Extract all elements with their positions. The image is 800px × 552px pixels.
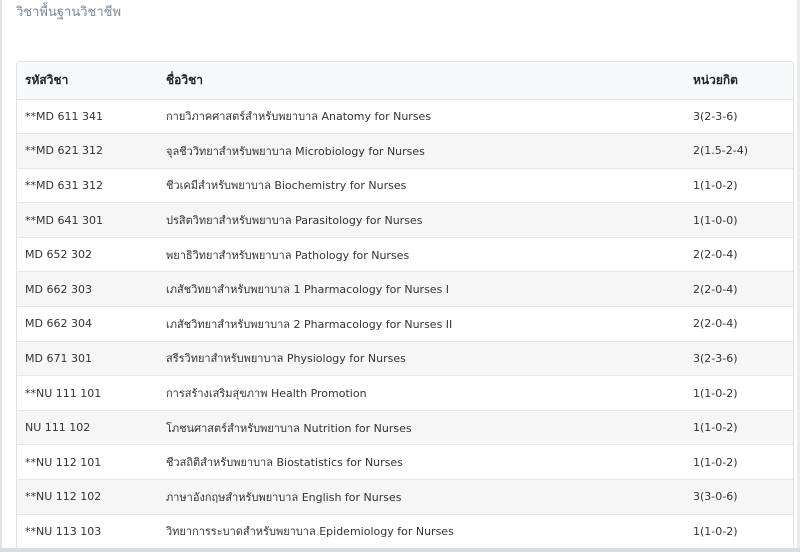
course-code-cell: **MD 611 341 xyxy=(17,99,156,135)
course-name-cell: ปรสิตวิทยาสำหรับพยาบาล Parasitology for … xyxy=(156,202,685,238)
table-row: **NU 112 102 ภาษาอังกฤษสำหรับพยาบาล Engli… xyxy=(17,479,793,515)
header-course-code: รหัสวิชา xyxy=(17,62,156,100)
course-code-cell: **MD 631 312 xyxy=(17,168,156,204)
course-code-cell: **MD 641 301 xyxy=(17,202,156,238)
course-name-cell: เภสัชวิทยาสำหรับพยาบาล 2 Pharmacology fo… xyxy=(156,306,685,342)
table-header-row: รหัสวิชา ชื่อวิชา หน่วยกิต xyxy=(17,62,793,100)
course-code-cell: **NU 111 101 xyxy=(17,375,156,411)
course-credits-cell: 2(2-0-4) xyxy=(685,271,793,308)
course-code-cell: NU 111 102 xyxy=(17,410,156,446)
course-code-cell: MD 652 302 xyxy=(17,237,156,273)
course-table: รหัสวิชา ชื่อวิชา หน่วยกิต **MD 611 341 ก… xyxy=(17,62,793,550)
course-credits-cell: 1(1-0-2) xyxy=(685,375,793,411)
header-course-name: ชื่อวิชา xyxy=(156,62,685,100)
course-table-card: รหัสวิชา ชื่อวิชา หน่วยกิต **MD 611 341 ก… xyxy=(16,61,794,552)
table-row: **MD 631 312 ชีวเคมีสำหรับพยาบาล Biochemi… xyxy=(17,168,793,204)
table-row: NU 111 102 โภชนศาสตร์สำหรับพยาบาล Nutriti… xyxy=(17,410,793,446)
course-name-cell: เภสัชวิทยาสำหรับพยาบาล 1 Pharmacology fo… xyxy=(156,271,685,308)
table-row: **NU 112 101 ชีวสถิติสำหรับพยาบาล Biostat… xyxy=(17,444,793,481)
course-credits-cell: 1(1-0-2) xyxy=(685,168,793,204)
table-row: **NU 113 103 วิทยาการระบาดสำหรับพยาบาล Ep… xyxy=(17,514,793,550)
table-row: **MD 621 312 จุลชีววิทยาสำหรับพยาบาล Micr… xyxy=(17,133,793,169)
table-row: **MD 641 301 ปรสิตวิทยาสำหรับพยาบาล Paras… xyxy=(17,202,793,238)
section-title: วิชาพื้นฐานวิชาชีพ xyxy=(16,5,122,20)
course-credits-cell: 2(1.5-2-4) xyxy=(685,133,793,169)
course-code-cell: MD 662 304 xyxy=(17,306,156,342)
table-body: **MD 611 341 กายวิภาคศาสตร์สำหรับพยาบาล A… xyxy=(17,99,793,550)
table-row: **NU 111 101 การสร้างเสริมสุขภาพ Health P… xyxy=(17,375,793,411)
course-credits-cell: 1(1-0-0) xyxy=(685,202,793,238)
table-row: MD 662 303 เภสัชวิทยาสำหรับพยาบาล 1 Pharm… xyxy=(17,271,793,308)
course-credits-cell: 2(2-0-4) xyxy=(685,237,793,273)
course-name-cell: โภชนศาสตร์สำหรับพยาบาล Nutrition for Nur… xyxy=(156,410,685,446)
table-row: **MD 611 341 กายวิภาคศาสตร์สำหรับพยาบาล A… xyxy=(17,99,793,135)
table-row: MD 671 301 สรีรวิทยาสำหรับพยาบาล Physiolo… xyxy=(17,341,793,377)
course-name-cell: จุลชีววิทยาสำหรับพยาบาล Microbiology for… xyxy=(156,133,685,169)
page: วิชาพื้นฐานวิชาชีพ รหัสวิชา ชื่อวิชา หน่… xyxy=(0,0,800,552)
course-code-cell: MD 671 301 xyxy=(17,341,156,377)
course-name-cell: สรีรวิทยาสำหรับพยาบาล Physiology for Nur… xyxy=(156,341,685,377)
course-credits-cell: 3(2-3-6) xyxy=(685,99,793,135)
course-code-cell: MD 662 303 xyxy=(17,271,156,308)
course-name-cell: กายวิภาคศาสตร์สำหรับพยาบาล Anatomy for N… xyxy=(156,99,685,135)
header-credits: หน่วยกิต xyxy=(685,62,793,100)
table-row: MD 652 302 พยาธิวิทยาสำหรับพยาบาล Patholo… xyxy=(17,237,793,273)
course-credits-cell: 1(1-0-2) xyxy=(685,514,793,550)
course-name-cell: ภาษาอังกฤษสำหรับพยาบาล English for Nurse… xyxy=(156,479,685,515)
left-border xyxy=(0,0,2,552)
course-name-cell: ชีวสถิติสำหรับพยาบาล Biostatistics for N… xyxy=(156,444,685,481)
course-code-cell: **NU 112 102 xyxy=(17,479,156,515)
table-row: MD 662 304 เภสัชวิทยาสำหรับพยาบาล 2 Pharm… xyxy=(17,306,793,342)
course-code-cell: **MD 621 312 xyxy=(17,133,156,169)
course-code-cell: **NU 113 103 xyxy=(17,514,156,550)
bottom-scrollbar[interactable] xyxy=(0,548,800,552)
course-credits-cell: 1(1-0-2) xyxy=(685,444,793,481)
course-credits-cell: 2(2-0-4) xyxy=(685,306,793,342)
course-code-cell: **NU 112 101 xyxy=(17,444,156,481)
course-name-cell: ชีวเคมีสำหรับพยาบาล Biochemistry for Nur… xyxy=(156,168,685,204)
course-name-cell: พยาธิวิทยาสำหรับพยาบาล Pathology for Nur… xyxy=(156,237,685,273)
course-name-cell: การสร้างเสริมสุขภาพ Health Promotion xyxy=(156,375,685,411)
course-credits-cell: 1(1-0-2) xyxy=(685,410,793,446)
course-credits-cell: 3(2-3-6) xyxy=(685,341,793,377)
course-name-cell: วิทยาการระบาดสำหรับพยาบาล Epidemiology f… xyxy=(156,514,685,550)
course-credits-cell: 3(3-0-6) xyxy=(685,479,793,515)
